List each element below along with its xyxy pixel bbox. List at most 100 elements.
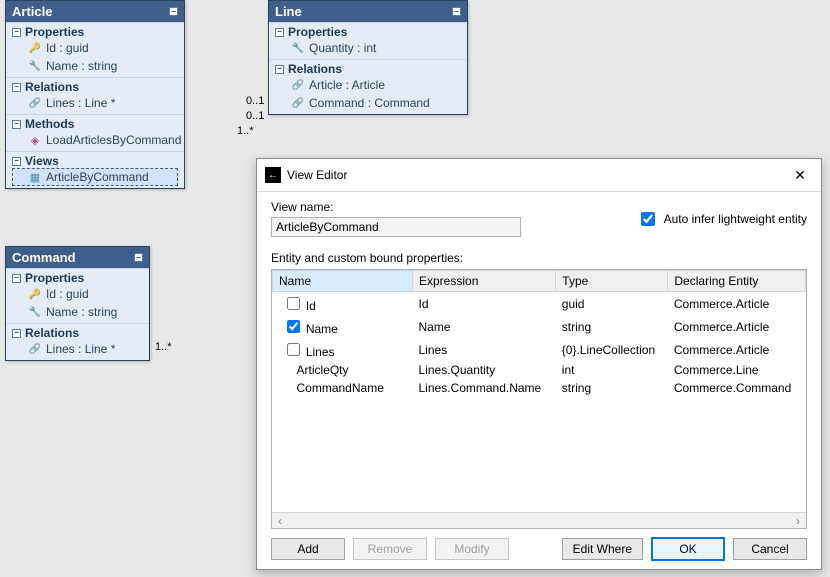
collapse-icon[interactable]: − [134,253,143,262]
col-name[interactable]: Name [273,271,413,292]
row-type: guid [556,292,668,316]
property-item[interactable]: Id : guid [12,285,143,303]
link-icon [291,96,305,110]
grid-row[interactable]: LinesLines{0}.LineCollectionCommerce.Art… [273,338,806,361]
collapse-icon[interactable]: − [169,7,178,16]
grid-label: Entity and custom bound properties: [271,251,807,265]
method-item[interactable]: LoadArticlesByCommand [12,131,178,149]
collapse-icon[interactable]: − [452,7,461,16]
entity-line[interactable]: Line − − Properties Quantity : int − Rel… [268,0,468,115]
scroll-left-icon[interactable]: ‹ [272,514,288,528]
dialog-title: View Editor [287,168,781,182]
property-item[interactable]: Quantity : int [275,39,461,57]
row-expression: Id [413,292,556,316]
collapse-icon[interactable]: − [12,28,21,37]
collapse-icon[interactable]: − [275,28,284,37]
multiplicity-label: 0..1 [246,110,264,122]
modify-button: Modify [435,538,509,560]
entity-title: Command [12,250,134,265]
grid-row[interactable]: IdIdguidCommerce.Article [273,292,806,316]
entity-title: Article [12,4,169,19]
relation-item[interactable]: Article : Article [275,76,461,94]
row-type: {0}.LineCollection [556,338,668,361]
multiplicity-label: 1..* [237,125,254,137]
row-declaring-entity: Commerce.Article [668,315,806,338]
grid-row[interactable]: ArticleQtyLines.QuantityintCommerce.Line [273,361,806,379]
relations-section[interactable]: − Relations [12,326,143,340]
entity-header[interactable]: Command − [6,247,149,268]
view-name-label: View name: [271,200,521,214]
relation-item[interactable]: Lines : Line * [12,340,143,358]
entity-command[interactable]: Command − − Properties Id : guid Name : … [5,246,150,361]
view-icon [28,170,42,184]
row-expression: Lines.Command.Name [413,379,556,397]
row-expression: Name [413,315,556,338]
link-icon [28,342,42,356]
multiplicity-label: 1..* [155,341,172,353]
row-name: ArticleQty [297,363,349,377]
properties-section[interactable]: − Properties [275,25,461,39]
row-declaring-entity: Commerce.Article [668,292,806,316]
auto-infer-checkbox[interactable] [641,212,655,226]
relation-item[interactable]: Lines : Line * [12,94,178,112]
row-declaring-entity: Commerce.Article [668,338,806,361]
add-button[interactable]: Add [271,538,345,560]
key-icon [28,287,42,301]
row-type: string [556,379,668,397]
col-type[interactable]: Type [556,271,668,292]
row-checkbox[interactable] [287,320,300,333]
collapse-icon[interactable]: − [12,157,21,166]
view-editor-dialog: ← View Editor ✕ View name: Auto infer li… [256,158,822,570]
row-name: Id [303,299,316,313]
view-item[interactable]: ArticleByCommand [12,168,178,186]
link-icon [291,78,305,92]
properties-section[interactable]: − Properties [12,25,178,39]
relations-section[interactable]: − Relations [12,80,178,94]
close-icon[interactable]: ✕ [787,165,813,185]
auto-infer-label: Auto infer lightweight entity [664,212,807,226]
wrench-icon [28,305,42,319]
horizontal-scrollbar[interactable]: ‹ › [272,512,806,528]
collapse-icon[interactable]: − [12,83,21,92]
row-name: Name [303,322,338,336]
row-name: CommandName [297,381,384,395]
properties-section[interactable]: − Properties [12,271,143,285]
views-section[interactable]: − Views [12,154,178,168]
entity-title: Line [275,4,452,19]
relations-section[interactable]: − Relations [275,62,461,76]
entity-header[interactable]: Line − [269,1,467,22]
link-icon [28,96,42,110]
cancel-button[interactable]: Cancel [733,538,807,560]
view-name-input[interactable] [271,217,521,237]
scroll-right-icon[interactable]: › [790,514,806,528]
row-checkbox[interactable] [287,297,300,310]
property-item[interactable]: Name : string [12,57,178,75]
grid-row[interactable]: NameNamestringCommerce.Article [273,315,806,338]
grid-row[interactable]: CommandName Lines.Command.NamestringComme… [273,379,806,397]
row-declaring-entity: Commerce.Command [668,379,806,397]
property-item[interactable]: Id : guid [12,39,178,57]
collapse-icon[interactable]: − [12,329,21,338]
ok-button[interactable]: OK [651,537,725,561]
key-icon [28,41,42,55]
wrench-icon [291,41,305,55]
collapse-icon[interactable]: − [12,274,21,283]
method-icon [28,133,42,147]
grid-header-row: Name Expression Type Declaring Entity [273,271,806,292]
entity-article[interactable]: Article − − Properties Id : guid Name : … [5,0,185,189]
row-expression: Lines [413,338,556,361]
relation-item[interactable]: Command : Command [275,94,461,112]
dialog-titlebar[interactable]: ← View Editor ✕ [257,159,821,192]
col-declaring-entity[interactable]: Declaring Entity [668,271,806,292]
edit-where-button[interactable]: Edit Where [562,538,643,560]
row-name: Lines [303,345,335,359]
collapse-icon[interactable]: − [275,65,284,74]
row-checkbox[interactable] [287,343,300,356]
wrench-icon [28,59,42,73]
col-expression[interactable]: Expression [413,271,556,292]
row-expression: Lines.Quantity [413,361,556,379]
property-item[interactable]: Name : string [12,303,143,321]
collapse-icon[interactable]: − [12,120,21,129]
methods-section[interactable]: − Methods [12,117,178,131]
entity-header[interactable]: Article − [6,1,184,22]
